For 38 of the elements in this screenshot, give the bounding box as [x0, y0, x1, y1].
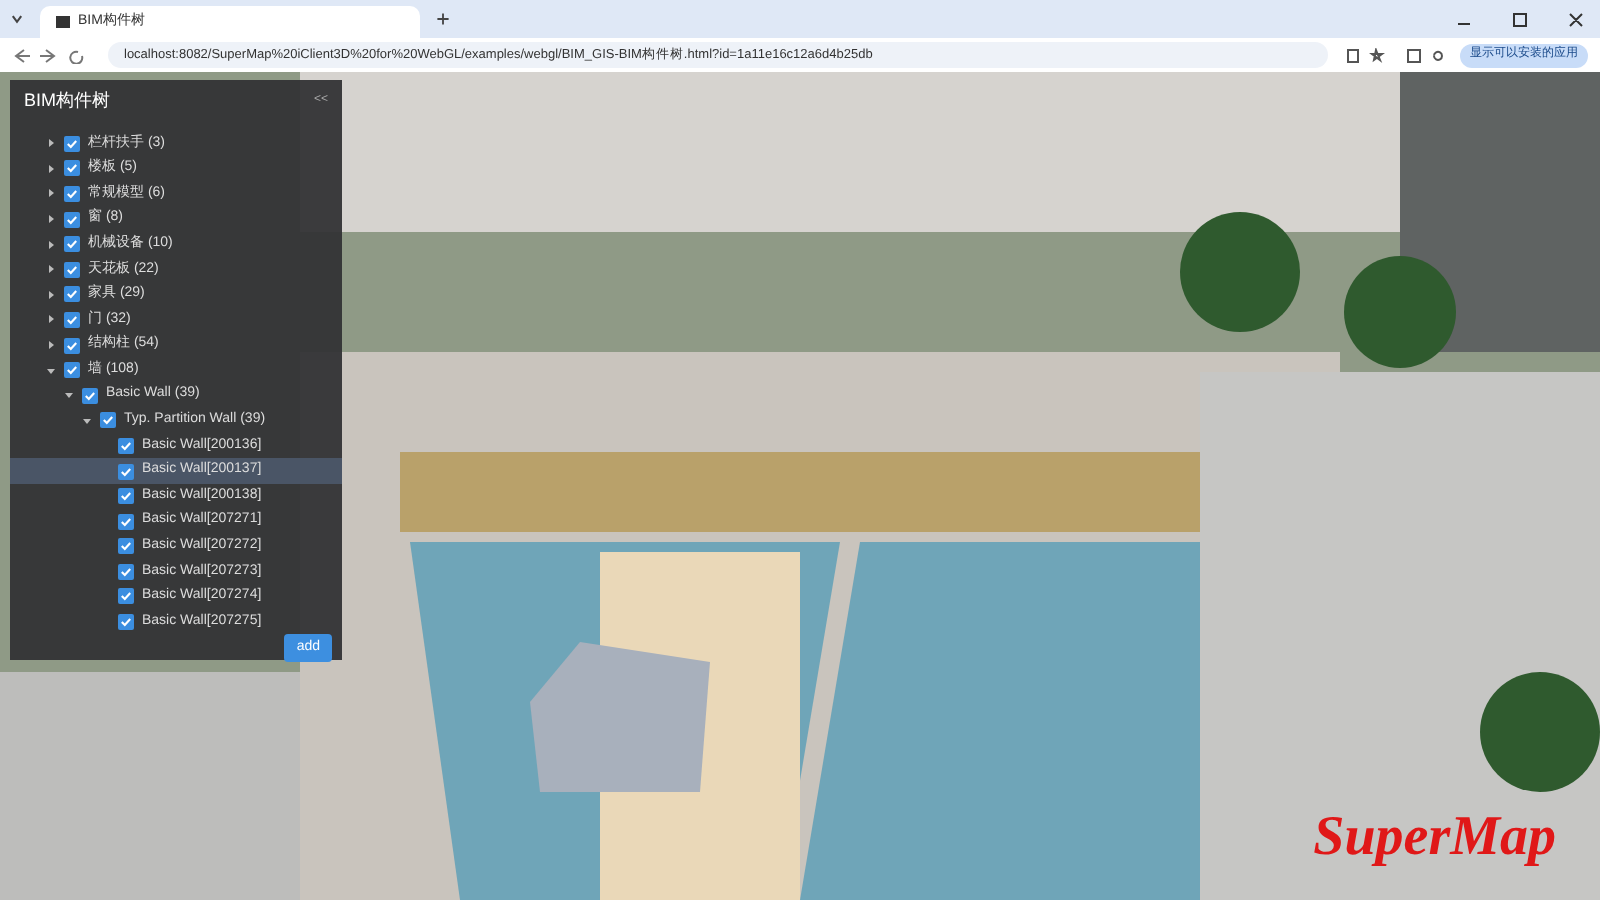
checkbox[interactable] — [64, 311, 80, 328]
checkbox[interactable] — [64, 286, 80, 303]
supermap-logo: SuperMap — [1313, 804, 1556, 872]
toolbar-icons[interactable] — [1344, 47, 1444, 63]
checkbox[interactable] — [64, 362, 80, 379]
checkbox[interactable] — [118, 463, 134, 480]
checkbox[interactable] — [100, 412, 116, 429]
checkbox[interactable] — [118, 538, 134, 555]
checkbox[interactable] — [118, 488, 134, 505]
checkbox[interactable] — [118, 588, 134, 605]
caret-icon[interactable] — [46, 138, 56, 149]
tab-list-icon[interactable] — [10, 12, 24, 26]
caret-icon[interactable] — [46, 264, 56, 275]
caret-icon[interactable] — [46, 289, 56, 300]
new-tab-icon[interactable] — [436, 12, 450, 26]
caret-icon[interactable] — [46, 239, 56, 250]
page-icon — [56, 16, 70, 28]
panel-title: BIM构件树 — [24, 88, 111, 114]
checkbox[interactable] — [118, 437, 134, 454]
caret-icon[interactable] — [46, 365, 56, 376]
checkbox[interactable] — [64, 236, 80, 253]
caret-icon[interactable] — [46, 214, 56, 225]
checkbox[interactable] — [64, 337, 80, 354]
checkbox[interactable] — [64, 185, 80, 202]
caret-icon[interactable] — [82, 415, 92, 426]
caret-icon[interactable] — [46, 188, 56, 199]
caret-icon[interactable] — [64, 390, 74, 401]
checkbox[interactable] — [118, 614, 134, 631]
checkbox[interactable] — [64, 211, 80, 228]
checkbox[interactable] — [64, 160, 80, 177]
checkbox[interactable] — [64, 261, 80, 278]
checkbox[interactable] — [64, 135, 80, 152]
checkbox[interactable] — [82, 387, 98, 404]
caret-icon[interactable] — [46, 163, 56, 174]
caret-icon[interactable] — [46, 314, 56, 325]
checkbox[interactable] — [118, 563, 134, 580]
checkbox[interactable] — [118, 513, 134, 530]
caret-icon[interactable] — [46, 340, 56, 351]
